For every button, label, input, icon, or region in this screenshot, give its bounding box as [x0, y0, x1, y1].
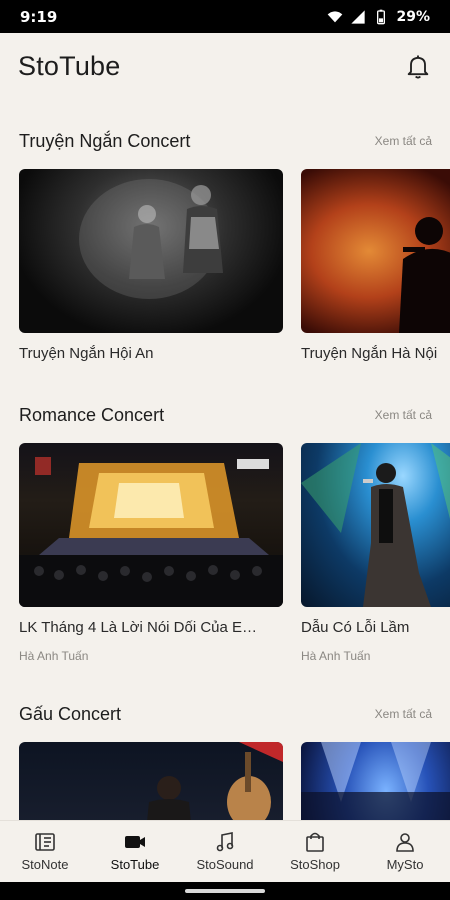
nav-label: StoTube [110, 857, 160, 872]
section-title: Truyện Ngắn Concert [19, 130, 191, 151]
see-all-link[interactable]: Xem tất cả [375, 134, 432, 148]
video-artist: Hà Anh Tuấn [301, 649, 371, 663]
status-time: 9:19 [20, 7, 58, 26]
section-romance-concert: Romance Concert Xem tất cả LK Tháng 4 Là… [0, 402, 450, 663]
video-row: Truyện Ngắn Hội An Truyện Ngắn Hà Nội [0, 169, 450, 362]
video-artist: Hà Anh Tuấn [19, 649, 89, 663]
video-thumbnail[interactable] [19, 169, 283, 333]
nav-label: StoNote [21, 857, 69, 872]
nav-item-stoshop[interactable]: StoShop [270, 821, 360, 882]
section-header: Truyện Ngắn Concert Xem tất cả [0, 128, 450, 154]
video-thumbnail[interactable] [301, 169, 450, 333]
gesture-handle[interactable] [185, 889, 265, 893]
nav-label: StoShop [290, 857, 340, 872]
status-bar: 9:19 29% [0, 0, 450, 33]
notification-bell-icon[interactable] [404, 52, 432, 80]
cell-signal-icon [351, 9, 366, 24]
video-thumbnail[interactable] [301, 443, 450, 607]
stage-lights-illustration [19, 457, 283, 607]
battery-icon [377, 9, 386, 24]
see-all-link[interactable]: Xem tất cả [375, 408, 432, 422]
battery-percent: 29% [396, 8, 430, 25]
nav-label: StoSound [196, 857, 254, 872]
music-icon [216, 832, 234, 852]
section-title: Romance Concert [19, 404, 165, 425]
see-all-link[interactable]: Xem tất cả [375, 707, 432, 721]
nav-item-stosound[interactable]: StoSound [180, 821, 270, 882]
nav-item-mysto[interactable]: MySto [360, 821, 450, 882]
app-title: StoTube [18, 50, 121, 81]
app-header: StoTube [0, 33, 450, 99]
section-truyen-ngan-concert: Truyện Ngắn Concert Xem tất cả Truyện Ng… [0, 128, 450, 362]
section-header: Gấu Concert Xem tất cả [0, 701, 450, 727]
performers-silhouette [79, 179, 223, 299]
nav-item-stonote[interactable]: StoNote [0, 821, 90, 882]
singer-silhouette [399, 217, 450, 333]
note-icon [35, 833, 55, 851]
video-title[interactable]: Dẫu Có Lỗi Lầm [301, 619, 450, 636]
video-icon [125, 836, 145, 848]
video-title[interactable]: Truyện Ngắn Hội An [19, 345, 283, 362]
nav-label: MySto [386, 857, 424, 872]
nav-item-stotube[interactable]: StoTube [90, 821, 180, 882]
video-title[interactable]: LK Tháng 4 Là Lời Nói Dối Của E… [19, 619, 281, 636]
section-title: Gấu Concert [19, 703, 122, 724]
bottom-navigation: StoNote StoTube StoSound StoShop MySto [0, 820, 450, 882]
status-indicators: 29% [327, 9, 430, 25]
video-thumbnail[interactable] [19, 443, 283, 607]
section-header: Romance Concert Xem tất cả [0, 402, 450, 428]
video-row: LK Tháng 4 Là Lời Nói Dối Của E… Hà Anh … [0, 443, 450, 663]
video-title[interactable]: Truyện Ngắn Hà Nội [301, 345, 450, 362]
gesture-bar [0, 882, 450, 900]
person-icon [396, 833, 414, 852]
singer-on-stage-illustration [301, 443, 450, 607]
wifi-icon [328, 10, 343, 22]
shopping-bag-icon [306, 832, 324, 852]
